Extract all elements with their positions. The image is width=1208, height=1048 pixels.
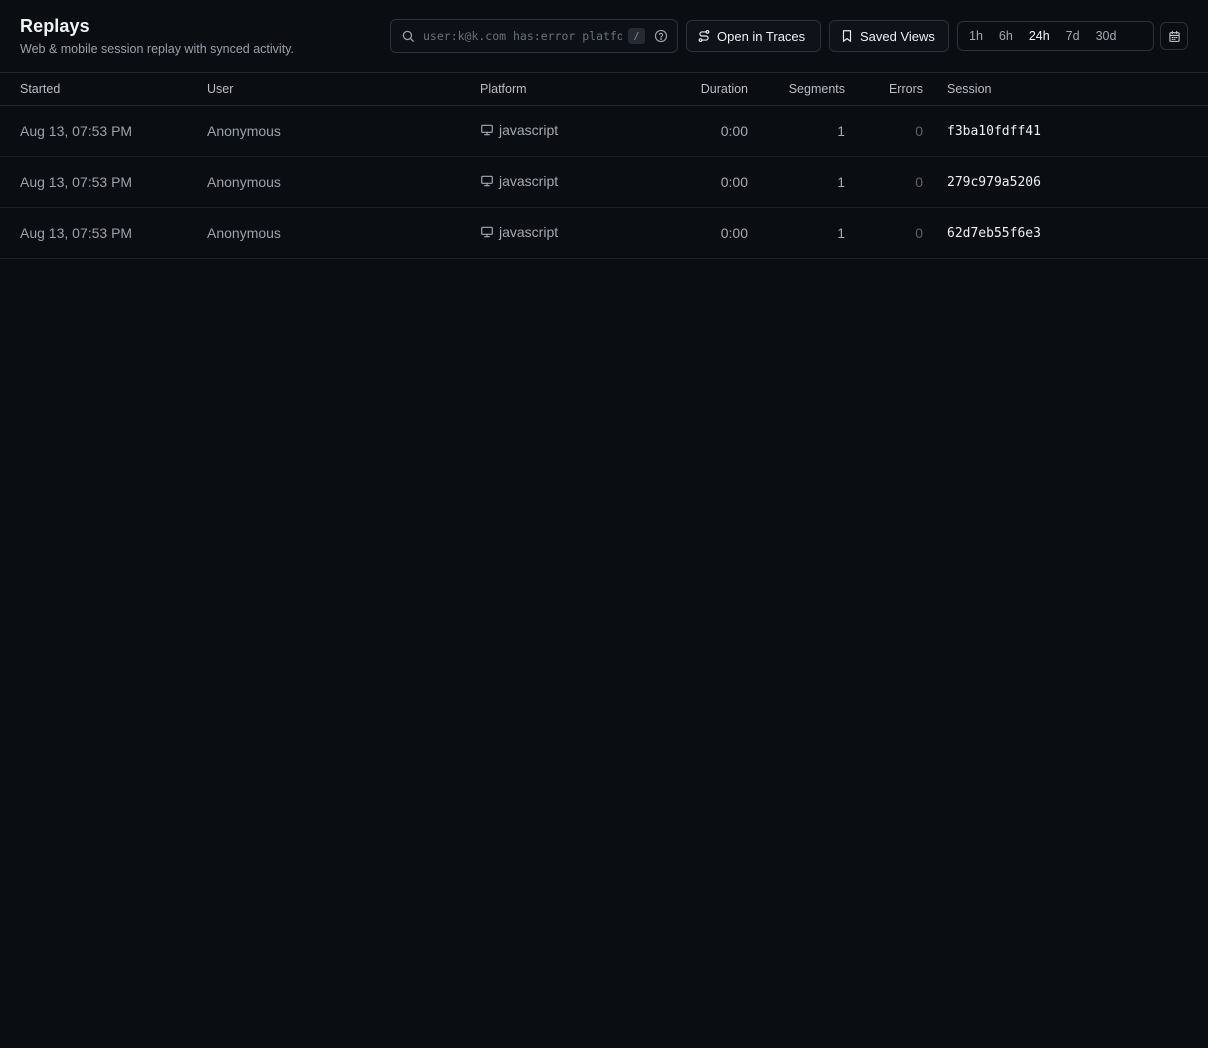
cell-errors: 0 — [915, 123, 923, 139]
open-in-traces-label: Open in Traces — [717, 28, 806, 44]
help-circle-icon[interactable] — [654, 29, 668, 43]
cell-errors: 0 — [915, 225, 923, 241]
cell-session-id[interactable]: 279c979a5206 — [947, 175, 1041, 190]
cell-started: Aug 13, 07:53 PM — [20, 225, 133, 241]
range-1h[interactable]: 1h — [963, 24, 989, 48]
platform-label: javascript — [499, 224, 559, 240]
column-header-started[interactable]: Started — [20, 82, 60, 96]
calendar-button[interactable] — [1160, 22, 1188, 50]
page-subtitle: Web & mobile session replay with synced … — [20, 42, 294, 56]
cell-segments: 1 — [837, 225, 845, 241]
cell-errors: 0 — [915, 174, 923, 190]
cell-segments: 1 — [837, 123, 845, 139]
range-30d[interactable]: 30d — [1090, 24, 1123, 48]
column-header-duration[interactable]: Duration — [701, 82, 748, 96]
saved-views-label: Saved Views — [860, 28, 935, 44]
range-6h[interactable]: 6h — [993, 24, 1019, 48]
search-shortcut-hint: / — [628, 28, 645, 44]
column-header-session[interactable]: Session — [947, 82, 991, 96]
monitor-icon — [480, 123, 499, 137]
open-in-traces-button[interactable]: Open in Traces — [686, 20, 821, 52]
cell-duration: 0:00 — [720, 225, 748, 241]
page-title: Replays — [20, 16, 90, 36]
page-header: Replays Web & mobile session replay with… — [0, 0, 1208, 73]
cell-duration: 0:00 — [720, 174, 748, 190]
saved-views-button[interactable]: Saved Views — [829, 20, 949, 52]
column-header-segments[interactable]: Segments — [789, 82, 845, 96]
traces-icon — [697, 29, 717, 43]
table-row[interactable]: Aug 13, 07:53 PM Anonymous javascript 0:… — [0, 157, 1208, 208]
cell-platform: javascript — [480, 173, 558, 189]
monitor-icon — [480, 174, 499, 188]
cell-platform: javascript — [480, 122, 558, 138]
time-range-selector: 1h 6h 24h 7d 30d — [957, 21, 1154, 51]
cell-started: Aug 13, 07:53 PM — [20, 174, 133, 190]
platform-label: javascript — [499, 173, 559, 189]
table-header: Started User Platform Duration Segments … — [0, 73, 1208, 106]
cell-duration: 0:00 — [720, 123, 748, 139]
platform-label: javascript — [499, 122, 559, 138]
cell-user: Anonymous — [207, 174, 281, 190]
column-header-user[interactable]: User — [207, 82, 233, 96]
bookmark-icon — [840, 29, 860, 43]
cell-started: Aug 13, 07:53 PM — [20, 123, 133, 139]
cell-segments: 1 — [837, 174, 845, 190]
range-24h[interactable]: 24h — [1023, 24, 1056, 48]
monitor-icon — [480, 225, 499, 239]
search-icon — [401, 29, 415, 43]
table-row[interactable]: Aug 13, 07:53 PM Anonymous javascript 0:… — [0, 208, 1208, 259]
cell-platform: javascript — [480, 224, 558, 240]
search-input[interactable] — [423, 29, 622, 43]
cell-session-id[interactable]: 62d7eb55f6e3 — [947, 226, 1041, 241]
cell-session-id[interactable]: f3ba10fdff41 — [947, 124, 1041, 139]
cell-user: Anonymous — [207, 225, 281, 241]
table-row[interactable]: Aug 13, 07:53 PM Anonymous javascript 0:… — [0, 106, 1208, 157]
column-header-errors[interactable]: Errors — [889, 82, 923, 96]
cell-user: Anonymous — [207, 123, 281, 139]
column-header-platform[interactable]: Platform — [480, 82, 527, 96]
replays-table-body: Aug 13, 07:53 PM Anonymous javascript 0:… — [0, 106, 1208, 259]
calendar-icon — [1168, 30, 1181, 43]
search-box[interactable]: / — [390, 19, 678, 53]
range-7d[interactable]: 7d — [1060, 24, 1086, 48]
